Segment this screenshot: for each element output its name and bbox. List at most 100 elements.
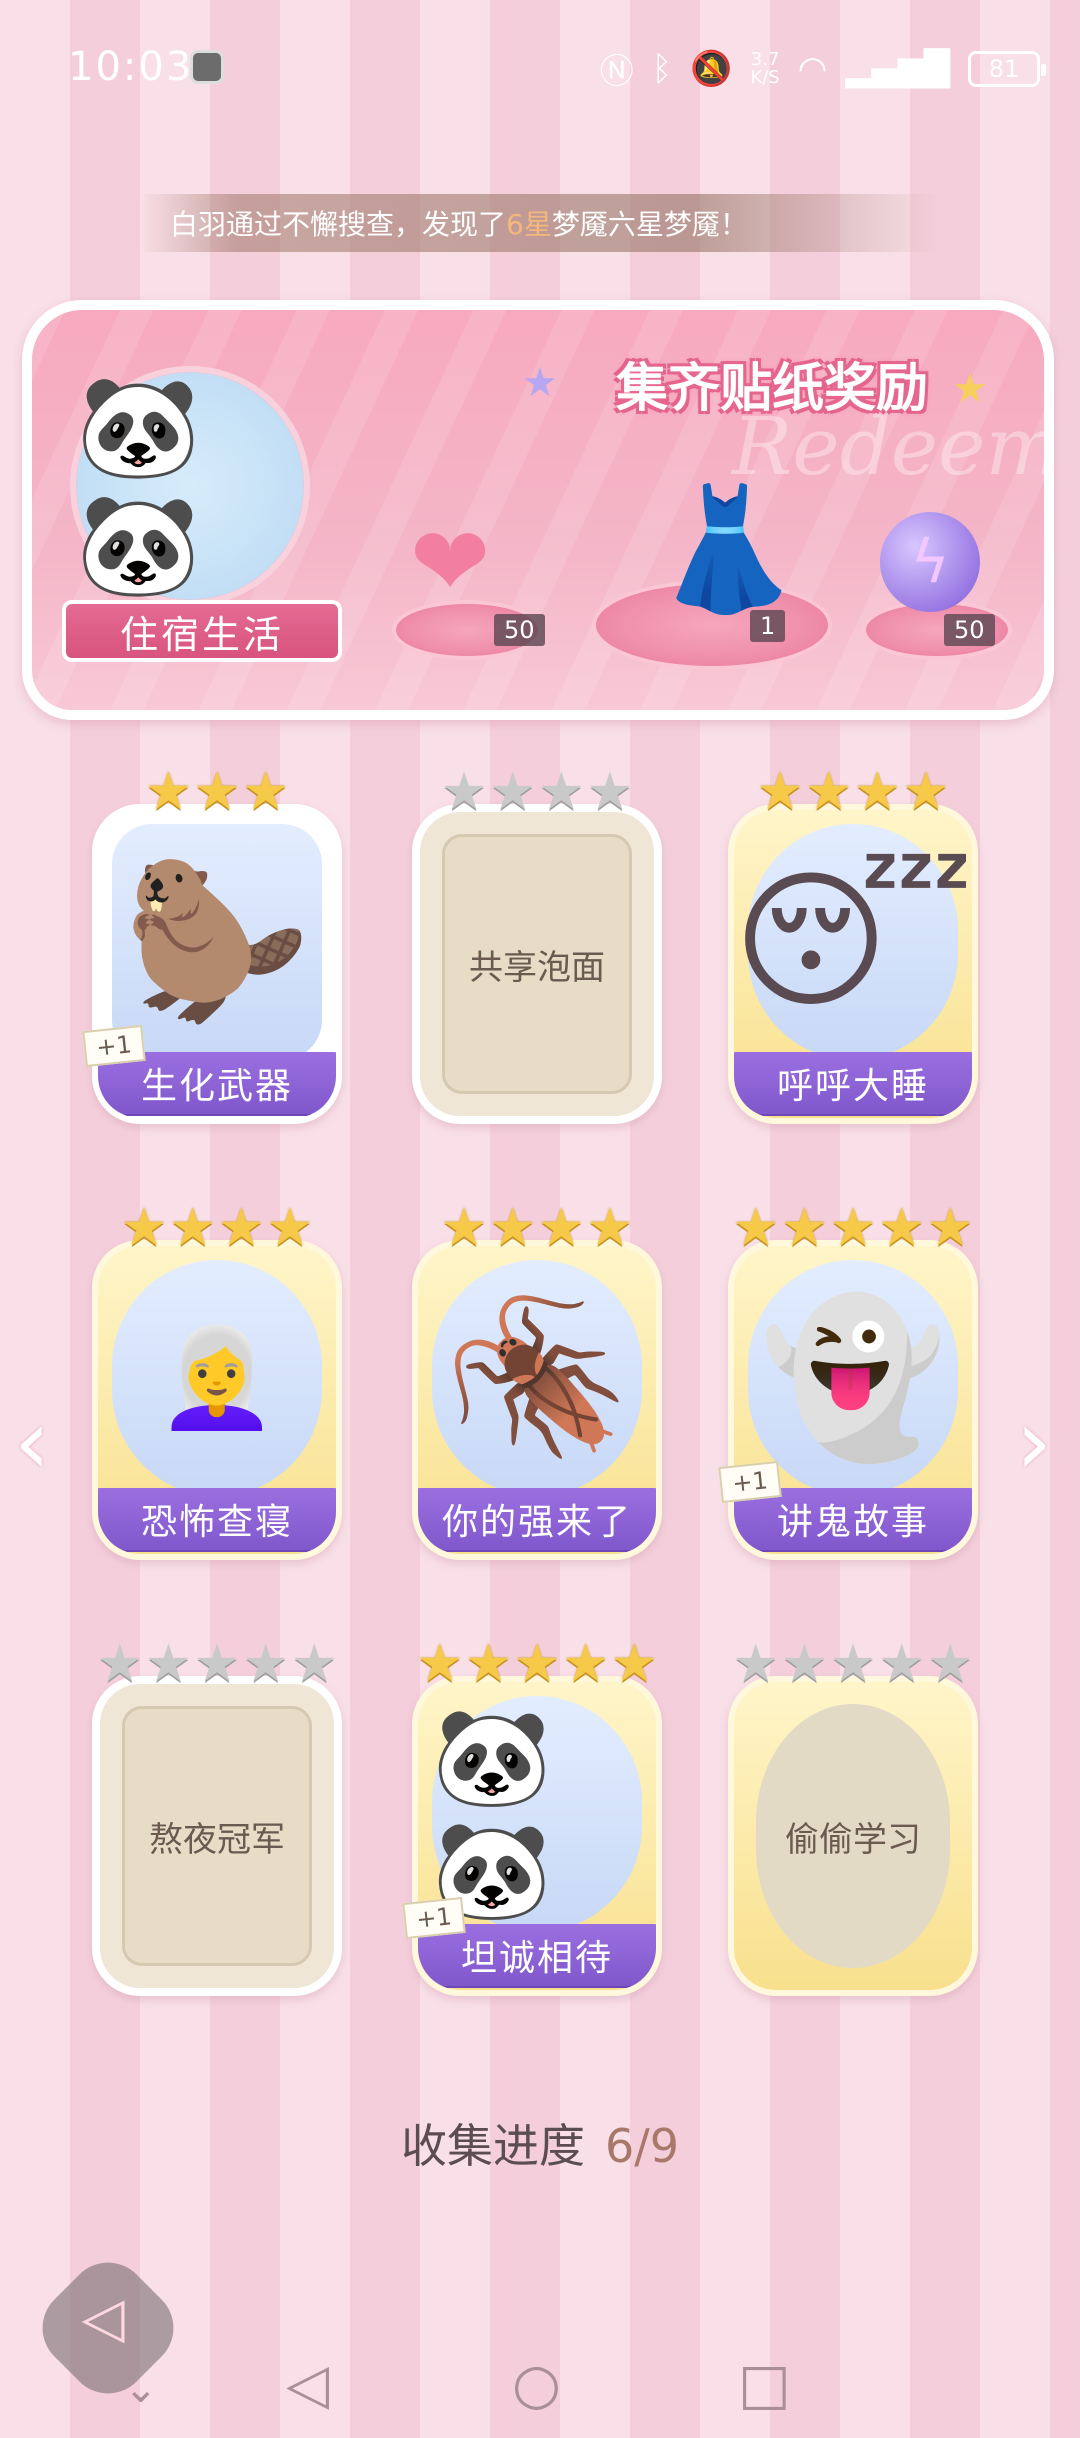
chevron-down-icon[interactable]: ⌄ xyxy=(124,2366,158,2412)
locked-card-title: 偷偷学习 xyxy=(756,1704,950,1968)
recents-square-icon[interactable]: □ xyxy=(738,2352,791,2417)
wifi-icon: ◠ xyxy=(797,48,828,89)
star-icon: ★ xyxy=(489,762,536,822)
card-frame: 🐼🐼 坦诚相待 xyxy=(412,1676,662,1996)
star-icon: ★ xyxy=(878,1634,925,1694)
nfc-icon: Ⓝ xyxy=(599,52,634,92)
collect-reward-panel: Redeem ★ ★ 集齐贴纸奖励 🐼🐼 住宿生活 ❤ 50 👗 1 ϟ 50 xyxy=(22,300,1054,720)
theme-label: 住宿生活 xyxy=(62,600,342,662)
status-time: 10:03 xyxy=(68,44,194,90)
sticker-card[interactable]: ★ ★ ★ ★ 🪳 你的强来了 xyxy=(412,1200,662,1560)
star-icon: ★ xyxy=(562,1634,609,1694)
star-icon: ★ xyxy=(218,1198,265,1258)
heart-gem-icon[interactable]: ❤ xyxy=(410,506,490,618)
card-frame: 🦫 生化武器 xyxy=(92,804,342,1124)
star-icon: ★ xyxy=(829,1198,877,1258)
star-rating: ★ ★ ★ ★ xyxy=(412,1200,662,1256)
star-rating: ★ ★ ★ ★ xyxy=(728,764,978,820)
card-illustration: 👻 xyxy=(748,1260,958,1496)
star-rating: ★ ★ ★ ★ ★ xyxy=(92,1636,342,1692)
signal-icon: ▂▄▆█ xyxy=(845,48,950,89)
sticker-card[interactable]: ★ ★ ★ ★ ★ 🐼🐼 坦诚相待 +1 xyxy=(402,1636,662,1996)
card-name: 恐怖查寝 xyxy=(98,1488,336,1550)
theme-badge: 🐼🐼 xyxy=(70,366,310,606)
card-illustration: 😴 xyxy=(734,824,972,1060)
star-icon: ★ xyxy=(781,1198,828,1258)
star-icon: ★ xyxy=(242,1634,289,1694)
star-icon: ★ xyxy=(169,1198,216,1258)
card-frame: 😴 呼呼大睡 xyxy=(728,804,978,1124)
star-icon: ★ xyxy=(193,1634,241,1694)
card-frame: 偷偷学习 xyxy=(728,1676,978,1996)
card-frame: 共享泡面 xyxy=(412,804,662,1124)
card-frame: 🪳 你的强来了 xyxy=(412,1240,662,1560)
star-icon: ★ xyxy=(829,1634,877,1694)
reward-count: 50 xyxy=(494,614,545,646)
dress-icon[interactable]: 👗 xyxy=(652,480,801,620)
sticker-card[interactable]: ★ ★ ★ ★ ★ 熬夜冠军 xyxy=(92,1636,342,1996)
sticker-card[interactable]: ★ ★ ★ ★ 共享泡面 xyxy=(412,764,662,1124)
card-illustration: 🦫 xyxy=(112,824,322,1060)
progress-value: 6/9 xyxy=(604,2119,680,2173)
duplicate-badge: +1 xyxy=(718,1460,782,1504)
star-icon: ★ xyxy=(489,1198,536,1258)
star-rating: ★ ★ ★ ★ ★ xyxy=(412,1636,662,1692)
star-icon: ★ xyxy=(513,1634,561,1694)
star-icon: ★ xyxy=(732,1198,780,1258)
star-icon: ★ xyxy=(96,1634,144,1694)
star-icon: ★ xyxy=(854,762,901,822)
star-icon: ★ xyxy=(440,1198,488,1258)
panda-pair-icon: 🐼🐼 xyxy=(76,368,201,603)
sticker-card[interactable]: ★ ★ ★ ★ 😴 呼呼大睡 xyxy=(728,764,978,1124)
energy-orb-icon[interactable]: ϟ xyxy=(880,512,980,612)
star-icon: ★ xyxy=(756,762,804,822)
duplicate-badge: +1 xyxy=(402,1896,466,1940)
chevron-right-icon[interactable]: › xyxy=(1016,1390,1052,1495)
system-nav-bar: ⌄ ◁ ○ □ xyxy=(0,2330,1080,2438)
star-icon: ★ xyxy=(145,1634,192,1694)
star-rating: ★ ★ ★ ★ xyxy=(412,764,662,820)
purple-star-icon: ★ xyxy=(522,360,558,406)
star-rating: ★ ★ ★ ★ ★ xyxy=(728,1636,978,1692)
sticker-card[interactable]: ★ ★ ★ ★ 👩‍🦳 恐怖查寝 xyxy=(92,1200,342,1560)
star-icon: ★ xyxy=(926,1634,974,1694)
card-frame: 👻 讲鬼故事 xyxy=(728,1240,978,1560)
star-icon: ★ xyxy=(120,1198,168,1258)
star-icon: ★ xyxy=(242,762,289,822)
progress-label: 收集进度 xyxy=(400,2119,585,2173)
locked-card-title: 共享泡面 xyxy=(442,834,632,1094)
collect-progress: 收集进度 6/9 xyxy=(0,2110,1080,2176)
card-name: 你的强来了 xyxy=(418,1488,656,1550)
star-icon: ★ xyxy=(538,1198,585,1258)
star-icon: ★ xyxy=(538,762,585,822)
star-icon: ★ xyxy=(266,1198,314,1258)
card-frame: 熬夜冠军 xyxy=(92,1676,342,1996)
star-icon: ★ xyxy=(610,1634,658,1694)
star-icon: ★ xyxy=(781,1634,828,1694)
chevron-left-icon[interactable]: ‹ xyxy=(14,1390,50,1495)
card-name: 呼呼大睡 xyxy=(734,1052,972,1114)
star-icon: ★ xyxy=(440,762,488,822)
card-illustration: 👩‍🦳 xyxy=(112,1260,322,1496)
star-icon: ★ xyxy=(416,1634,464,1694)
app-notification-icon xyxy=(190,50,224,84)
star-icon: ★ xyxy=(145,762,192,822)
sticker-card[interactable]: ★ ★ ★ ★ ★ 👻 讲鬼故事 +1 xyxy=(718,1198,978,1560)
star-icon: ★ xyxy=(290,1634,338,1694)
star-icon: ★ xyxy=(805,762,852,822)
mute-bell-icon: 🔕 xyxy=(690,48,733,89)
card-illustration: 🐼🐼 xyxy=(432,1696,642,1932)
star-icon: ★ xyxy=(902,762,950,822)
notice-highlight: 6星 xyxy=(506,208,552,241)
battery-icon: 81 xyxy=(968,50,1046,87)
bluetooth-icon: ᛒ xyxy=(651,48,673,89)
sticker-card[interactable]: ★ ★ ★ 🦫 生化武器 +1 xyxy=(82,762,342,1124)
home-circle-icon[interactable]: ○ xyxy=(512,2352,561,2417)
card-frame: 👩‍🦳 恐怖查寝 xyxy=(92,1240,342,1560)
star-rating: ★ ★ ★ ★ xyxy=(92,1200,342,1256)
reward-count: 50 xyxy=(944,614,995,646)
star-icon: ★ xyxy=(586,762,634,822)
back-triangle-icon[interactable]: ◁ xyxy=(286,2352,329,2417)
star-icon: ★ xyxy=(193,762,241,822)
sticker-card[interactable]: ★ ★ ★ ★ ★ 偷偷学习 xyxy=(728,1636,978,1996)
